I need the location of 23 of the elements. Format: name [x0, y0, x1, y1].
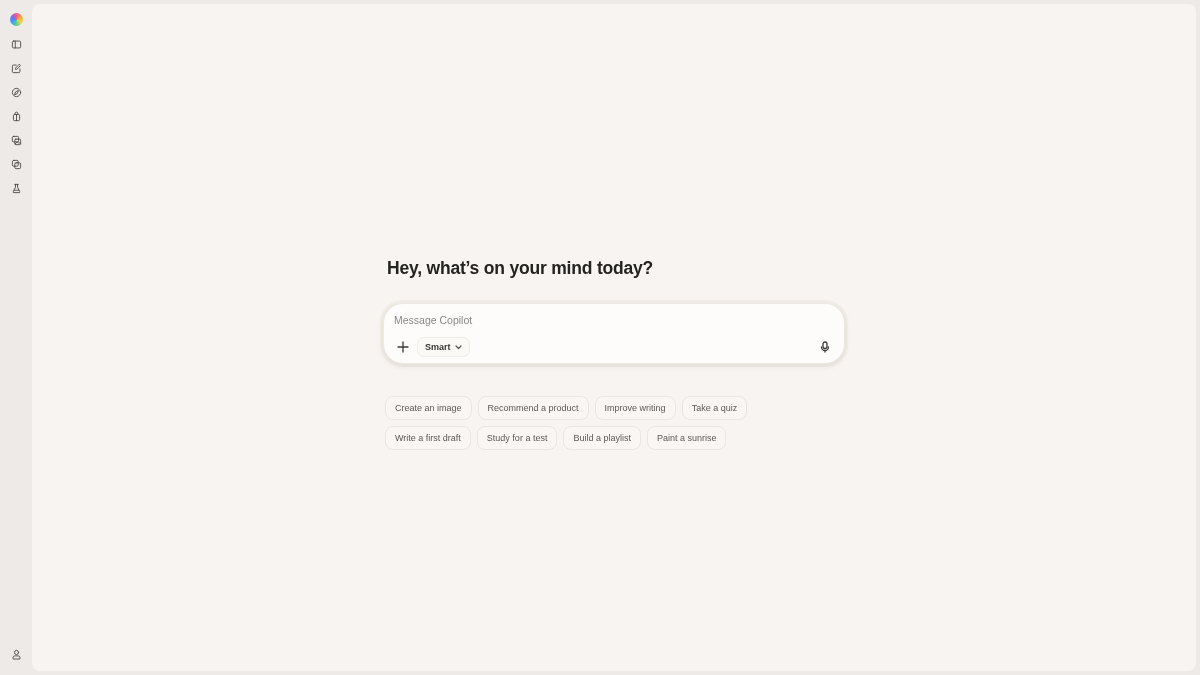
suggestion-chip[interactable]: Build a playlist: [563, 426, 641, 450]
suggestion-chip[interactable]: Recommend a product: [477, 396, 589, 420]
suggestion-chip[interactable]: Study for a test: [476, 426, 558, 450]
flask-icon: [10, 182, 22, 194]
suggestion-chip[interactable]: Improve writing: [594, 396, 676, 420]
chevron-down-icon: [454, 344, 462, 350]
sidebar-icon: [10, 38, 22, 50]
edit-icon: [10, 62, 22, 74]
suggestion-chip[interactable]: Write a first draft: [385, 426, 471, 450]
shopping-bag-icon: [10, 110, 22, 122]
suggestion-chip[interactable]: Create an image: [385, 396, 472, 420]
plus-icon: [397, 341, 409, 353]
mode-dropdown[interactable]: Smart: [417, 337, 470, 357]
greeting-heading: Hey, what’s on your mind today?: [387, 258, 655, 279]
image-stack-icon: [10, 134, 22, 146]
copy-icon: [10, 158, 22, 170]
suggestion-chip[interactable]: Paint a sunrise: [646, 426, 727, 450]
user-icon: [10, 648, 22, 660]
microphone-icon: [819, 341, 831, 353]
suggestion-chip[interactable]: Take a quiz: [681, 396, 748, 420]
message-input[interactable]: Message Copilot: [394, 312, 834, 328]
compass-icon: [10, 86, 22, 98]
copilot-logo-icon[interactable]: [9, 13, 23, 26]
